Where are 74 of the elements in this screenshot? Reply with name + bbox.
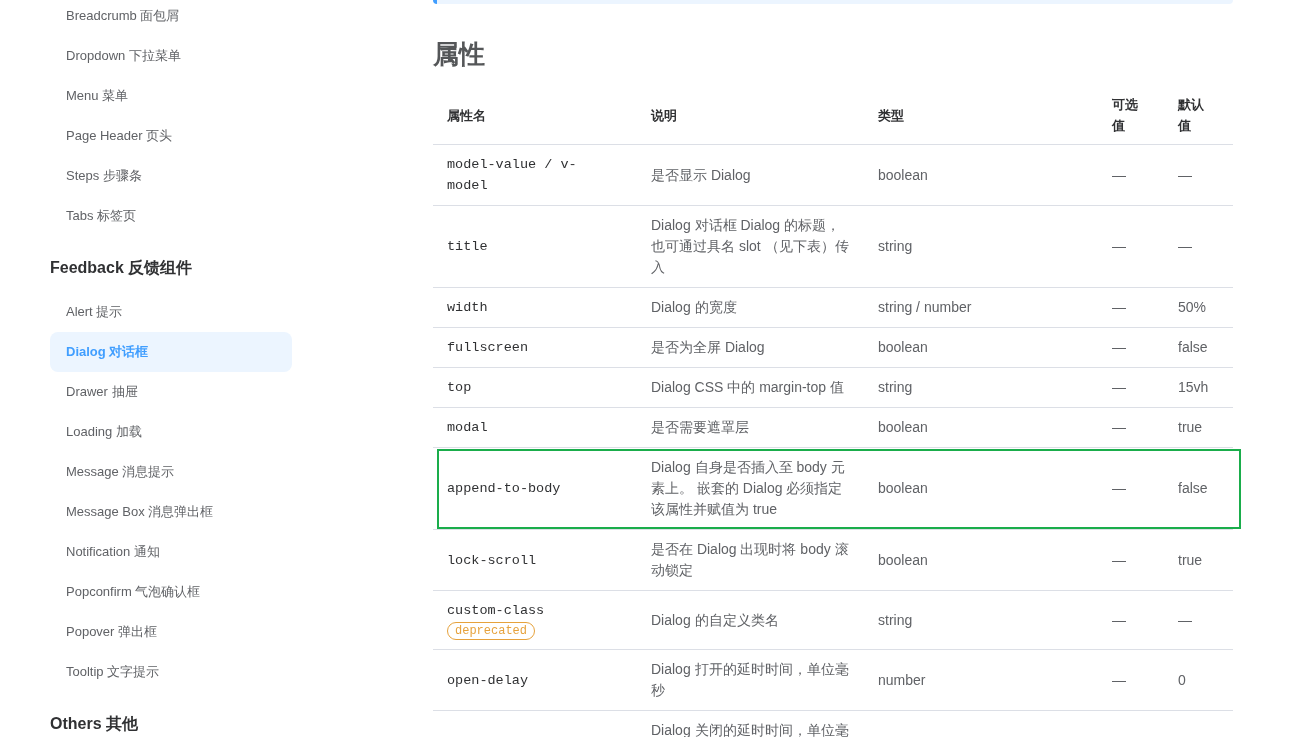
property-name: top xyxy=(447,379,472,397)
sidebar-item[interactable]: Popover 弹出框 xyxy=(50,612,292,652)
property-name: fullscreen xyxy=(447,339,528,357)
options-text: — xyxy=(1112,670,1126,690)
default-value: — xyxy=(1178,610,1192,630)
property-name: model-value / v-model xyxy=(447,156,578,195)
sidebar-item[interactable]: Breadcrumb 面包屑 xyxy=(50,0,292,36)
sidebar-item[interactable]: Loading 加载 xyxy=(50,412,292,452)
type-text: boolean xyxy=(878,479,928,498)
options-text: — xyxy=(1112,378,1126,397)
default-value: false xyxy=(1178,479,1208,498)
description-text: Dialog 自身是否插入至 body 元素上。 嵌套的 Dialog 必须指定该属性并赋值为 true xyxy=(651,458,846,519)
group-title: Feedback 反馈组件 xyxy=(50,258,193,278)
type-text: boolean xyxy=(878,550,928,570)
sidebar-item[interactable]: Menu 菜单 xyxy=(50,76,292,116)
options-text: — xyxy=(1112,610,1126,630)
sidebar-item[interactable]: Steps 步骤条 xyxy=(50,156,292,196)
type-text: string xyxy=(878,378,913,397)
description-text: Dialog 的宽度 xyxy=(651,298,737,317)
description-text: 是否需要遮罩层 xyxy=(651,418,749,437)
type-text: number xyxy=(878,670,926,690)
default-value: 15vh xyxy=(1178,378,1209,397)
property-name: open-delay xyxy=(447,671,528,690)
description-text: Dialog 的自定义类名 xyxy=(651,610,779,630)
options-text: — xyxy=(1112,165,1126,185)
column-header: 默认值 xyxy=(1178,96,1204,135)
property-name: title xyxy=(447,238,488,256)
sidebar-item[interactable]: Dropdown 下拉菜单 xyxy=(50,36,292,76)
default-value: false xyxy=(1178,338,1208,357)
sidebar-item[interactable]: Alert 提示 xyxy=(50,292,292,332)
property-name: custom-class xyxy=(447,602,545,620)
options-text: — xyxy=(1112,237,1126,256)
default-value: — xyxy=(1178,237,1192,256)
default-value: 0 xyxy=(1178,670,1186,690)
description-text: Dialog CSS 中的 margin-top 值 xyxy=(651,378,844,397)
property-name: lock-scroll xyxy=(447,551,537,570)
type-text: string xyxy=(878,610,913,630)
description-text: Dialog 对话框 Dialog 的标题，也可通过具名 slot （见下表）传入 xyxy=(651,216,850,277)
options-text: — xyxy=(1112,418,1126,437)
type-text: boolean xyxy=(878,418,928,437)
sidebar-item[interactable]: Drawer 抽屉 xyxy=(50,372,292,412)
description-text: Dialog 关闭的延时时间，单位毫 xyxy=(651,721,849,737)
section-heading: 属性 xyxy=(433,38,485,71)
options-text: — xyxy=(1112,550,1126,570)
column-header: 属性名 xyxy=(447,106,486,125)
type-text: boolean xyxy=(878,338,928,357)
sidebar-item[interactable]: Tabs 标签页 xyxy=(50,196,292,236)
property-name: append-to-body xyxy=(447,480,561,498)
description-text: 是否显示 Dialog xyxy=(651,165,751,185)
options-text: — xyxy=(1112,338,1126,357)
sidebar-item[interactable]: Message Box 消息弹出框 xyxy=(50,492,292,532)
description-text: Dialog 打开的延时时间，单位毫秒 xyxy=(651,660,850,700)
type-text: boolean xyxy=(878,165,928,185)
options-text: — xyxy=(1112,479,1126,498)
group-title: Others 其他 xyxy=(50,714,138,734)
sidebar-item[interactable]: Notification 通知 xyxy=(50,532,292,572)
type-text: string / number xyxy=(878,298,972,317)
description-text: 是否在 Dialog 出现时将 body 滚动锁定 xyxy=(651,540,850,580)
property-name: width xyxy=(447,299,488,317)
column-header: 类型 xyxy=(878,106,904,125)
column-header: 可选值 xyxy=(1112,96,1138,135)
description-text: 是否为全屏 Dialog xyxy=(651,338,765,357)
property-name: modal xyxy=(447,419,488,437)
options-text: — xyxy=(1112,298,1126,317)
sidebar-item[interactable]: Popconfirm 气泡确认框 xyxy=(50,572,292,612)
column-header: 说明 xyxy=(651,106,677,125)
default-value: — xyxy=(1178,165,1192,185)
default-value: 50% xyxy=(1178,298,1207,317)
sidebar-item[interactable]: Page Header 页头 xyxy=(50,116,292,156)
sidebar-item[interactable]: Message 消息提示 xyxy=(50,452,292,492)
sidebar-item[interactable]: Tooltip 文字提示 xyxy=(50,652,292,692)
type-text: string xyxy=(878,237,913,256)
default-value: true xyxy=(1178,418,1203,437)
default-value: true xyxy=(1178,550,1203,570)
